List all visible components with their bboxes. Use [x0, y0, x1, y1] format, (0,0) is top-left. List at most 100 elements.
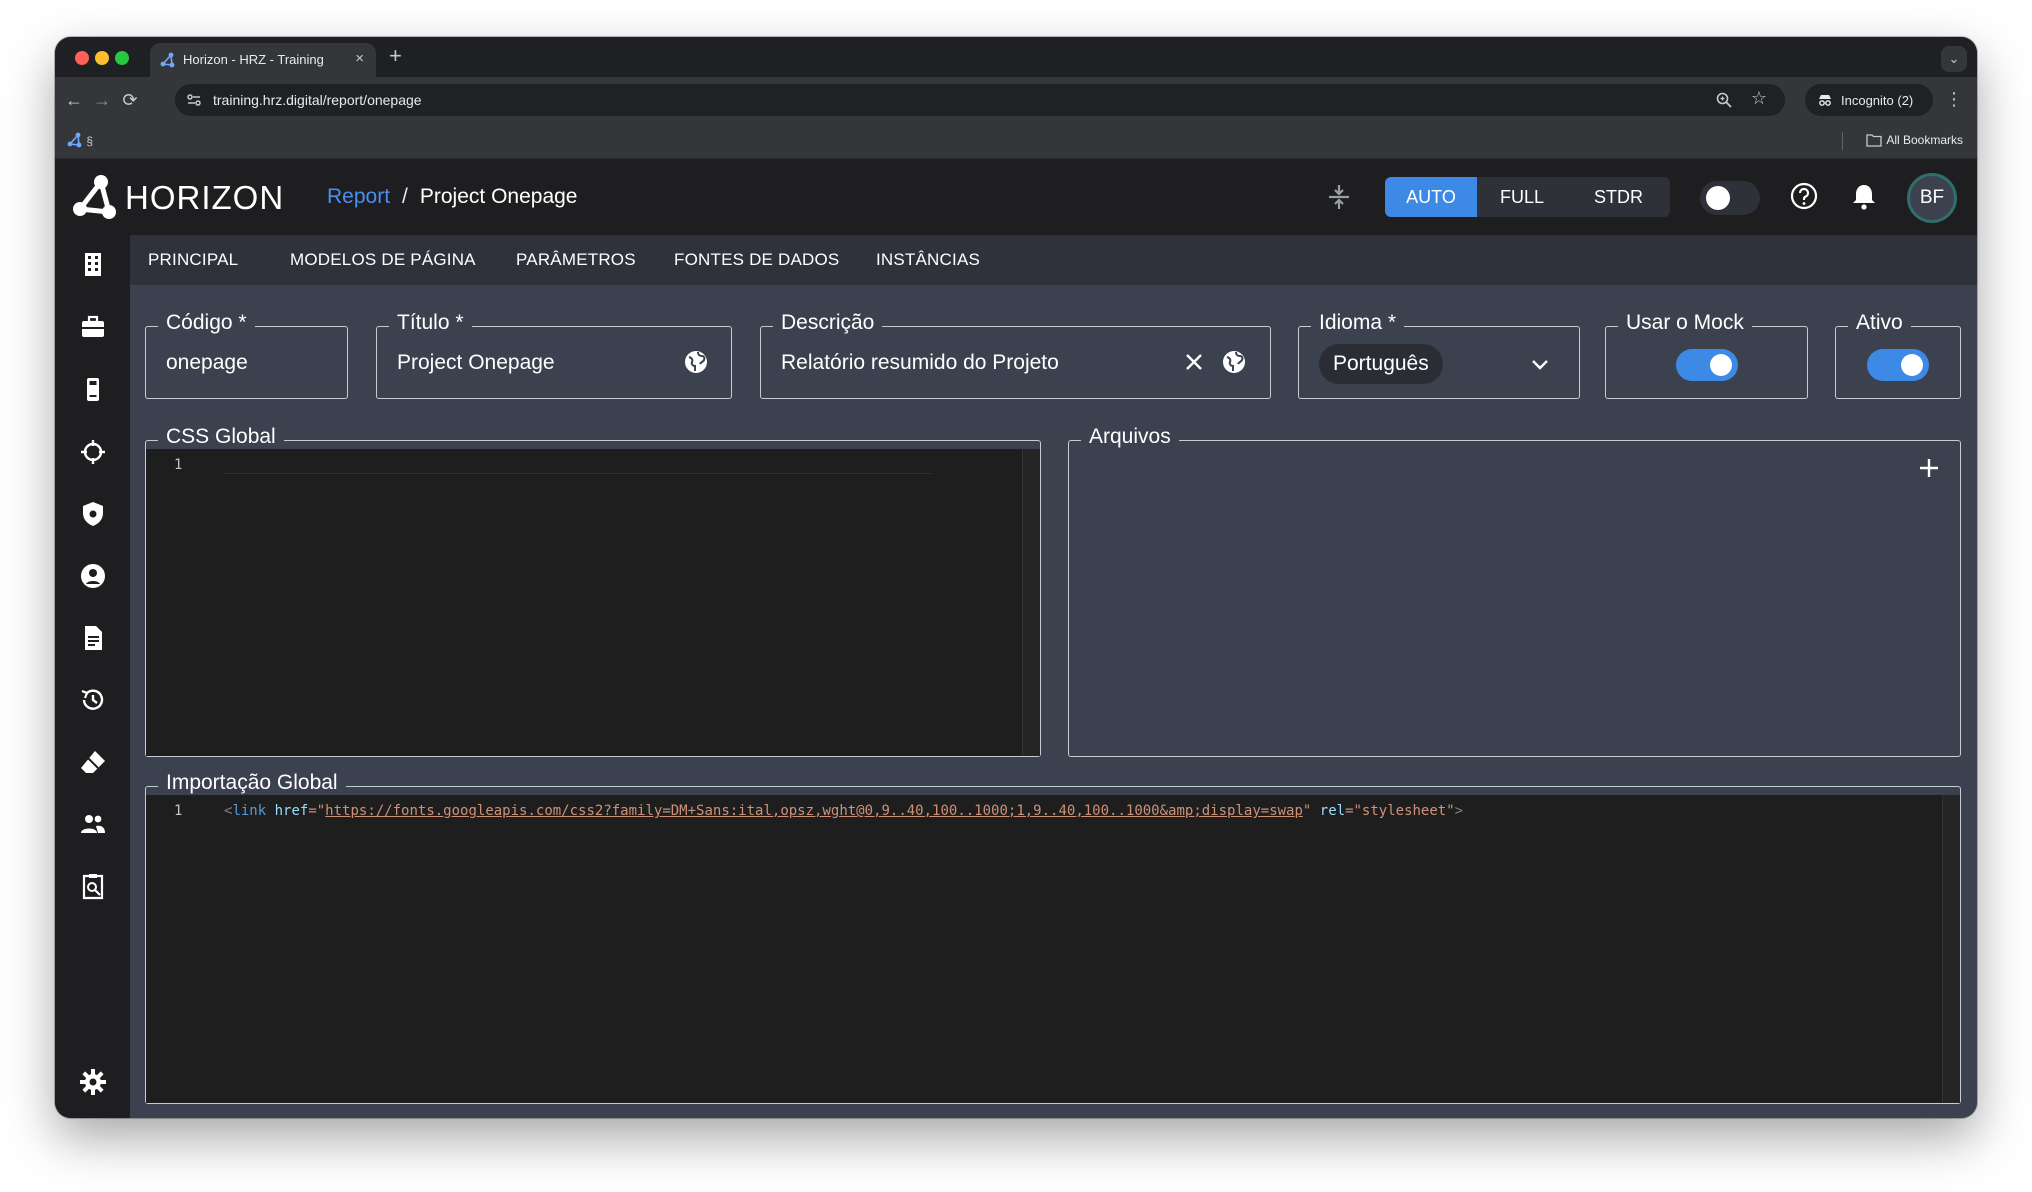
idioma-select[interactable]: Idioma * Português: [1298, 311, 1580, 399]
import-code-line: <link href="https://fonts.googleapis.com…: [224, 803, 1463, 819]
usar-mock-toggle[interactable]: [1676, 349, 1738, 381]
layout-mode-group: AUTO FULL STDR: [1385, 177, 1670, 217]
url-text: training.hrz.digital/report/onepage: [213, 92, 422, 108]
reload-icon[interactable]: ⟳: [117, 87, 143, 113]
browser-tab[interactable]: Horizon - HRZ - Training ×: [150, 43, 376, 77]
css-global-panel: CSS Global 1: [145, 425, 1041, 757]
maximize-window-button[interactable]: [115, 51, 129, 65]
settings-gear-icon[interactable]: [79, 1068, 107, 1096]
descricao-label: Descrição: [773, 311, 883, 335]
css-global-editor[interactable]: 1: [146, 449, 1022, 756]
theme-toggle-knob: [1706, 186, 1730, 210]
editor-scrollbar[interactable]: [1022, 449, 1040, 756]
tab-parametros[interactable]: PARÂMETROS: [516, 250, 636, 270]
site-settings-icon[interactable]: [185, 91, 203, 109]
idioma-selected-chip: Português: [1319, 344, 1443, 384]
ativo-field: Ativo: [1835, 311, 1961, 399]
clear-x-icon[interactable]: [1181, 349, 1207, 375]
user-avatar[interactable]: BF: [1907, 173, 1957, 223]
tab-modelos-de-pagina[interactable]: MODELOS DE PÁGINA: [290, 250, 476, 270]
usar-mock-label: Usar o Mock: [1618, 311, 1752, 335]
zoom-icon[interactable]: [1715, 91, 1733, 109]
bookmark-horizon[interactable]: §: [67, 132, 93, 148]
new-tab-button[interactable]: +: [389, 43, 402, 69]
browser-toolbar: ← → ⟳ training.hrz.digital/report/onepag…: [55, 77, 1977, 123]
tab-principal[interactable]: PRINCIPAL: [148, 250, 238, 270]
app-header: HORIZON Report / Project Onepage AUTO FULL…: [55, 159, 1977, 235]
translate-globe-icon[interactable]: [1221, 349, 1247, 375]
tab-close-icon[interactable]: ×: [355, 50, 364, 67]
page-title: Project Onepage: [419, 185, 578, 208]
mode-stdr-button[interactable]: STDR: [1567, 177, 1670, 217]
back-arrow-icon[interactable]: ←: [61, 87, 87, 113]
code-token: ": [1302, 803, 1312, 819]
ativo-toggle[interactable]: [1867, 349, 1929, 381]
browser-menu-icon[interactable]: ⋮: [1945, 90, 1963, 108]
incognito-indicator[interactable]: Incognito (2): [1805, 84, 1933, 116]
all-bookmarks-label: All Bookmarks: [1886, 133, 1963, 147]
add-file-plus-icon[interactable]: [1916, 455, 1942, 481]
clipboard-search-icon[interactable]: [79, 872, 107, 900]
mode-full-button[interactable]: FULL: [1477, 177, 1567, 217]
translate-globe-icon[interactable]: [683, 349, 709, 375]
sidebar: [55, 235, 130, 1118]
minimize-window-button[interactable]: [95, 51, 109, 65]
bookmarks-divider: [1842, 132, 1843, 150]
ativo-toggle-knob: [1901, 354, 1923, 376]
incognito-label: Incognito (2): [1841, 93, 1914, 108]
account-circle-icon[interactable]: [79, 562, 107, 590]
importacao-global-editor[interactable]: 1 <link href="https://fonts.googleapis.c…: [146, 795, 1944, 1103]
tab-instancias[interactable]: INSTÂNCIAS: [876, 250, 980, 270]
mode-auto-button[interactable]: AUTO: [1385, 177, 1477, 217]
tab-fontes-de-dados[interactable]: FONTES DE DADOS: [674, 250, 839, 270]
people-icon[interactable]: [79, 810, 107, 838]
line-number: 1: [174, 457, 183, 473]
arquivos-label: Arquivos: [1081, 425, 1179, 449]
code-url-token[interactable]: https://fonts.googleapis.com/css2?family…: [325, 803, 1303, 819]
device-icon[interactable]: [79, 375, 107, 403]
usar-mock-toggle-knob: [1710, 354, 1732, 376]
chevron-down-icon[interactable]: [1529, 353, 1551, 375]
forward-arrow-icon[interactable]: →: [89, 87, 115, 113]
bookmark-star-icon[interactable]: ☆: [1751, 88, 1767, 109]
history-icon[interactable]: [79, 686, 107, 714]
tab-search-chevron-icon[interactable]: ⌄: [1941, 46, 1967, 72]
incognito-icon: [1819, 95, 1831, 106]
code-token: href: [274, 803, 309, 819]
briefcase-icon[interactable]: [79, 313, 107, 341]
code-token: ="stylesheet": [1345, 803, 1455, 819]
building-icon[interactable]: [79, 250, 107, 278]
importacao-global-label: Importação Global: [158, 771, 346, 795]
folder-icon: [1866, 134, 1882, 147]
codigo-field[interactable]: Código * onepage: [145, 311, 348, 399]
shield-icon[interactable]: [79, 500, 107, 528]
theme-toggle[interactable]: [1700, 181, 1760, 215]
eraser-icon[interactable]: [79, 748, 107, 776]
horizon-bookmark-icon: [67, 132, 82, 148]
notifications-bell-icon[interactable]: [1849, 181, 1879, 211]
titulo-field[interactable]: Título * Project Onepage: [376, 311, 732, 399]
breadcrumb-separator: /: [402, 185, 408, 208]
tab-title: Horizon - HRZ - Training: [183, 52, 324, 67]
code-token: rel: [1319, 803, 1346, 819]
descricao-field[interactable]: Descrição Relatório resumido do Projeto: [760, 311, 1271, 399]
horizon-logo-icon[interactable]: [71, 173, 119, 221]
all-bookmarks-button[interactable]: All Bookmarks: [1866, 133, 1963, 147]
code-token: link: [232, 803, 267, 819]
crosshair-icon[interactable]: [79, 438, 107, 466]
document-icon[interactable]: [79, 624, 107, 652]
close-window-button[interactable]: [75, 51, 89, 65]
browser-window: Horizon - HRZ - Training × + ⌄ ← → ⟳ tra…: [55, 37, 1977, 1118]
codigo-value: onepage: [166, 351, 248, 374]
help-icon[interactable]: [1789, 181, 1819, 211]
usar-mock-field: Usar o Mock: [1605, 311, 1808, 399]
idioma-label: Idioma *: [1311, 311, 1405, 335]
horizon-favicon-icon: [160, 52, 175, 68]
breadcrumb-report-link[interactable]: Report: [327, 185, 390, 208]
breadcrumb: Report / Project Onepage: [327, 185, 577, 209]
compress-vertical-icon[interactable]: [1325, 183, 1353, 211]
address-bar[interactable]: training.hrz.digital/report/onepage ☆: [175, 84, 1785, 116]
line-number: 1: [174, 803, 183, 819]
editor-scrollbar[interactable]: [1942, 795, 1960, 1103]
horizon-app: HORIZON Report / Project Onepage AUTO FULL…: [55, 159, 1977, 1118]
